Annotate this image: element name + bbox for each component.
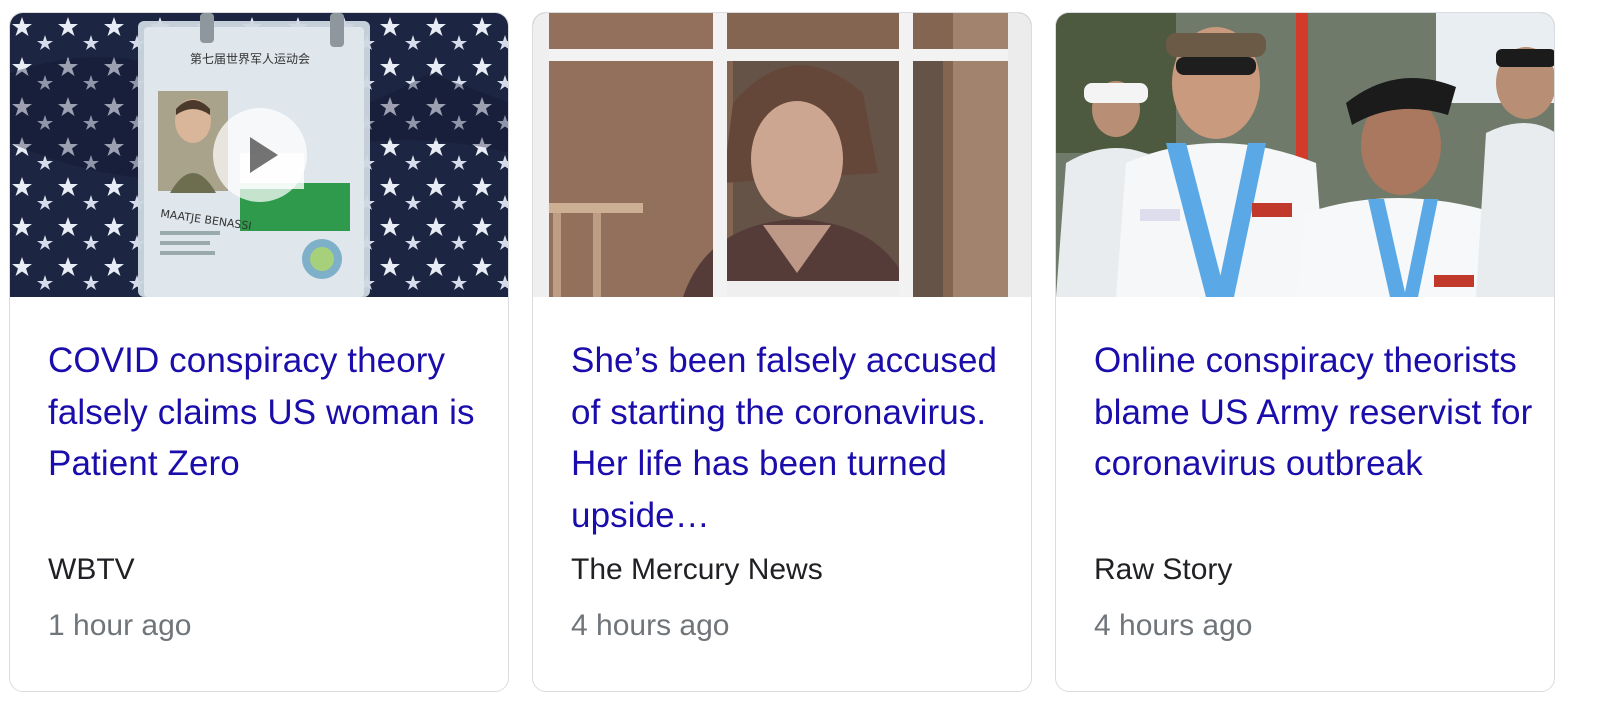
news-thumbnail[interactable] (1056, 13, 1554, 297)
woman-window-image (533, 13, 1031, 297)
timestamp: 4 hours ago (571, 609, 730, 642)
headline-link[interactable]: Online conspiracy theorists blame US Arm… (1094, 335, 1534, 490)
news-thumbnail[interactable] (533, 13, 1031, 297)
timestamp: 1 hour ago (48, 609, 192, 642)
news-thumbnail[interactable]: 第七届世界军人运动会 MAATJE BENASSI (10, 13, 508, 297)
play-icon (250, 137, 278, 173)
play-video-button[interactable] (213, 108, 307, 202)
timestamp: 4 hours ago (1094, 609, 1253, 642)
headline-link[interactable]: She’s been falsely accused of starting t… (571, 335, 1011, 541)
news-source: The Mercury News (571, 553, 823, 586)
soldiers-image (1056, 13, 1554, 297)
news-card[interactable]: 第七届世界军人运动会 MAATJE BENASSI COVID conspira… (9, 12, 509, 692)
news-card[interactable]: Online conspiracy theorists blame US Arm… (1055, 12, 1555, 692)
news-source: Raw Story (1094, 553, 1233, 586)
svg-text:第七届世界军人运动会: 第七届世界军人运动会 (190, 52, 310, 66)
headline-link[interactable]: COVID conspiracy theory falsely claims U… (48, 335, 488, 490)
news-source: WBTV (48, 553, 135, 586)
news-card[interactable]: She’s been falsely accused of starting t… (532, 12, 1032, 692)
